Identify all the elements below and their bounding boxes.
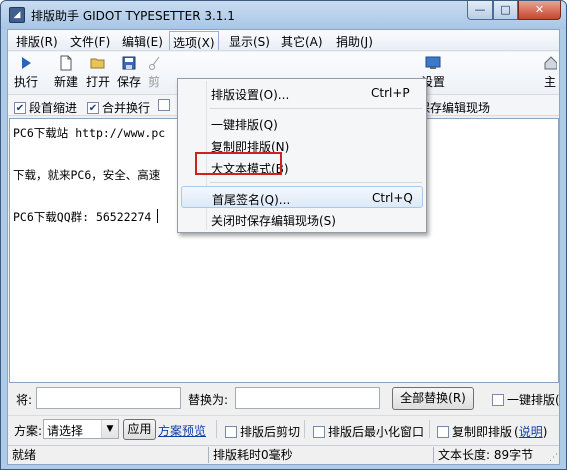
save-icon [122,56,136,70]
menu-edit[interactable]: 编辑(E) [122,33,163,50]
app-logo-icon: ◢ [9,7,25,23]
check-icon: ✔ [87,101,99,114]
status-ready: 就绪 [12,448,37,462]
editor-line: 下载，就来PC6，安全、高速 [13,168,161,182]
find-label: 将: [16,393,33,407]
caption-buttons: — □ ✕ [467,1,561,21]
one-key-typeset-checkbox[interactable]: 一键排版( [492,391,560,408]
menu-view[interactable]: 显示(S) [229,33,270,50]
menu-donate[interactable]: 捐助(J) [336,33,373,50]
scheme-select[interactable]: 请选择 ▼ [43,419,119,439]
menu-item-typeset-settings[interactable]: 排版设置(O)... Ctrl+P [181,82,423,104]
menu-item-one-key-typeset[interactable]: 一键排版(Q) [181,112,423,134]
status-time: 排版耗时0毫秒 [213,448,293,462]
menu-typeset[interactable]: 排版(R) [16,33,58,50]
check-icon: ✔ [14,101,26,114]
close-button[interactable]: ✕ [518,1,561,20]
cut-button[interactable]: 剪 [147,55,161,90]
home-button[interactable]: 主 [543,55,557,90]
divider [216,420,217,438]
minimize-button[interactable]: — [467,1,493,20]
chevron-down-icon[interactable]: ▼ [101,420,118,438]
divider [304,420,305,438]
find-input[interactable] [36,387,181,409]
editor-line: PC6下载站 http://www.pc [13,126,166,140]
resize-grip-icon[interactable]: ⋰ [549,453,558,463]
replace-all-button[interactable]: 全部替换(R) [392,387,474,410]
settings-monitor-icon [425,56,441,69]
run-button[interactable]: 执行 [13,55,39,90]
home-icon [544,56,557,70]
client-area: 排版(R) 文件(F) 编辑(E) 选项(X) 显示(S) 其它(A) 捐助(J… [7,29,560,465]
save-on-close-option[interactable]: 保存编辑现场 [418,99,490,116]
find-replace-row: 将: 替换为: 全部替换(R) 一键排版( [8,385,560,413]
status-length: 文本长度: 89字节 [438,448,534,462]
open-folder-icon [90,58,105,69]
cut-icon [149,56,160,70]
scheme-label: 方案: [14,424,43,438]
scheme-row: 方案: 请选择 ▼ 应用 方案预览 排版后剪切 排版后最小化窗口 复制即排版 ( [8,415,559,443]
menu-separator [210,182,422,183]
apply-button[interactable]: 应用 [123,419,156,440]
replace-label: 替换为: [188,393,229,407]
menu-separator [210,108,422,109]
minimize-after-checkbox[interactable]: 排版后最小化窗口 [313,423,424,440]
status-bar: 就绪 排版耗时0毫秒 文本长度: 89字节 ⋰ [8,445,559,464]
new-button[interactable]: 新建 [53,55,79,90]
title-bar[interactable]: ◢ 排版助手 GIDOT TYPESETTER 3.1.1 — □ ✕ [1,1,566,29]
editor-line: PC6下载QQ群: 56522274 [13,210,152,224]
maximize-button[interactable]: □ [493,1,518,20]
menu-options[interactable]: 选项(X) [169,31,219,50]
menu-item-head-tail-signature[interactable]: 首尾签名(Q)... Ctrl+Q [181,186,423,208]
indent-first-checkbox[interactable]: ✔ 段首缩进 [14,99,77,116]
scheme-preview-link[interactable]: 方案预览 [158,422,206,439]
help-link[interactable]: 说明 [519,423,543,440]
divider [429,420,430,438]
open-button[interactable]: 打开 [85,55,111,90]
cut-after-checkbox[interactable]: 排版后剪切 [225,423,300,440]
save-button[interactable]: 保存 [116,55,142,90]
merge-lines-checkbox[interactable]: ✔ 合并换行 [87,99,150,116]
new-file-icon [60,55,72,71]
play-icon [22,57,31,69]
highlight-annotation-box [195,152,282,175]
menu-other[interactable]: 其它(A) [281,33,323,50]
copy-and-format-checkbox[interactable]: 复制即排版 ( 说明 ) [437,423,547,440]
text-caret [157,209,158,223]
app-window: ◢ 排版助手 GIDOT TYPESETTER 3.1.1 — □ ✕ 排版(R… [0,0,567,470]
replace-input[interactable] [235,387,380,409]
hidden-option-checkbox[interactable] [158,99,173,111]
menu-item-save-on-close[interactable]: 关闭时保存编辑现场(S) [181,208,423,230]
menu-bar: 排版(R) 文件(F) 编辑(E) 选项(X) 显示(S) 其它(A) 捐助(J… [8,30,559,51]
menu-file[interactable]: 文件(F) [70,33,110,50]
window-title: 排版助手 GIDOT TYPESETTER 3.1.1 [31,9,235,23]
